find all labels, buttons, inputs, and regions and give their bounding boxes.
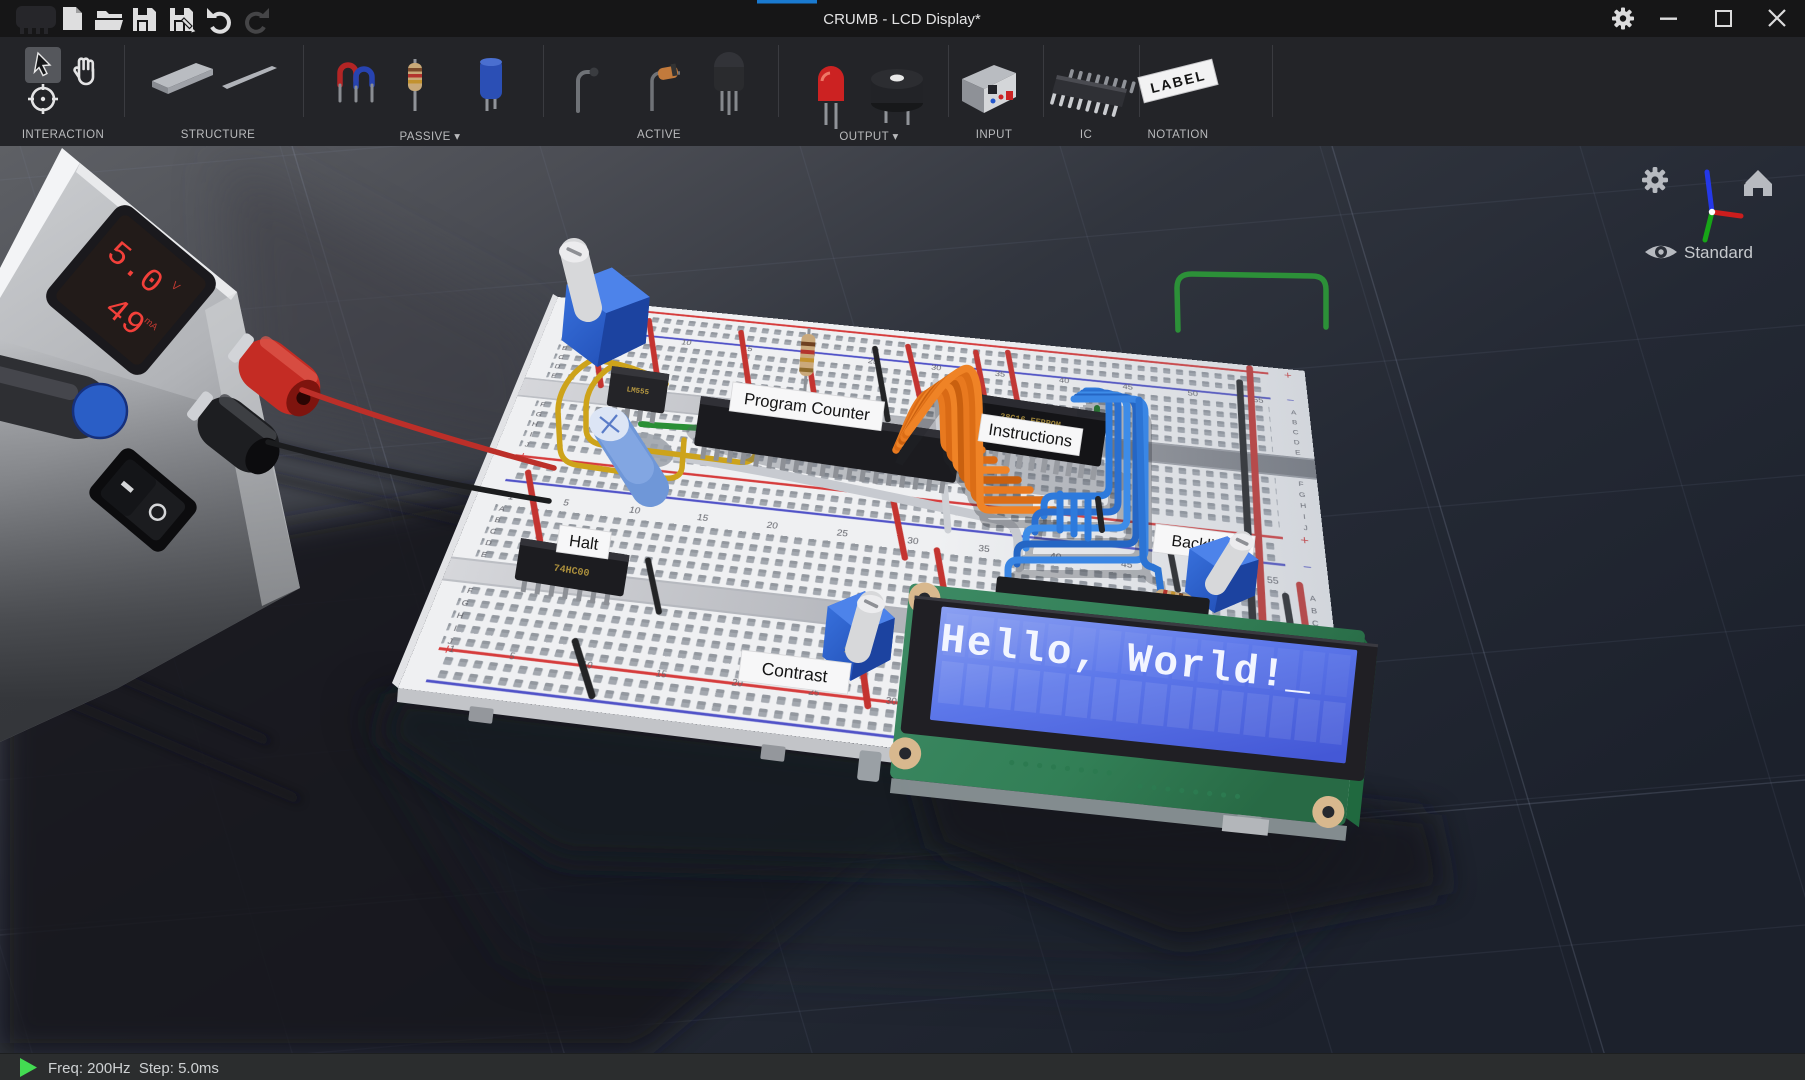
svg-text:CRUMB - LCD Display*: CRUMB - LCD Display* — [823, 11, 981, 28]
svg-text:Standard: Standard — [1684, 243, 1753, 262]
svg-text:Freq: 200Hz Step: 5.0ms: Freq: 200Hz Step: 5.0ms — [48, 1060, 219, 1077]
